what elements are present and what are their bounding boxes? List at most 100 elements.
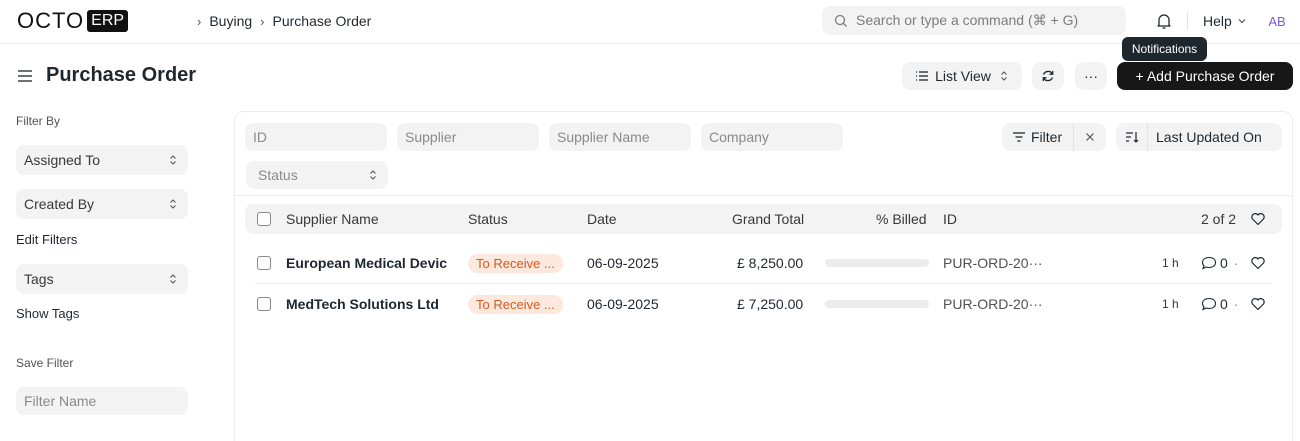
select-arrows-icon [170, 274, 176, 284]
divider [235, 195, 1292, 196]
list-view-label: List View [935, 68, 991, 84]
separator-dot: · [1233, 255, 1239, 271]
column-status: Status [468, 211, 508, 227]
bell-icon[interactable] [1154, 11, 1174, 31]
assigned-to-select[interactable]: Assigned To [16, 145, 188, 175]
sidebar-toggle-icon[interactable] [17, 68, 33, 84]
add-purchase-order-button[interactable]: + Add Purchase Order [1117, 62, 1293, 90]
search-placeholder: Search or type a command (⌘ + G) [856, 12, 1079, 28]
list-view-button[interactable]: List View [902, 62, 1022, 90]
select-arrows-icon [170, 199, 176, 209]
refresh-icon [1042, 70, 1054, 82]
row-checkbox[interactable] [257, 256, 271, 270]
comment-count-value: 0 [1220, 255, 1228, 271]
id-filter-input[interactable]: ID [245, 123, 387, 151]
assigned-to-label: Assigned To [24, 152, 101, 168]
refresh-button[interactable] [1032, 62, 1064, 90]
more-actions-button[interactable]: ··· [1075, 62, 1107, 90]
grand-total-cell: £ 8,250.00 [737, 255, 804, 271]
more-icon: ··· [1084, 68, 1098, 84]
search-icon [834, 14, 847, 27]
modified-time: 1 h [1162, 297, 1179, 311]
grand-total-cell: £ 7,250.00 [737, 296, 804, 312]
filter-button-group: Filter [1002, 123, 1106, 151]
billed-progress-bar [825, 300, 929, 308]
comment-count[interactable]: 0 · [1201, 243, 1244, 283]
column-id: ID [943, 211, 957, 227]
created-by-label: Created By [24, 196, 95, 212]
search-bar[interactable]: Search or type a command (⌘ + G) [822, 6, 1126, 35]
select-arrows-icon [170, 155, 176, 165]
sort-descending-icon [1125, 132, 1138, 143]
avatar[interactable]: AB [1264, 9, 1290, 33]
company-filter-input[interactable]: Company [701, 123, 843, 151]
list-panel: ID Supplier Supplier Name Company Status… [234, 111, 1293, 441]
clear-filter-button[interactable] [1074, 132, 1106, 142]
list-count: 2 of 2 [1201, 211, 1237, 227]
status-badge: To Receive ... [468, 294, 563, 314]
filter-icon [1013, 132, 1025, 142]
breadcrumb-purchase-order[interactable]: Purchase Order [273, 13, 372, 29]
supplier-name-filter-input[interactable]: Supplier Name [549, 123, 691, 151]
table-row[interactable]: European Medical Devic To Receive ... 06… [245, 243, 1282, 283]
help-label: Help [1203, 13, 1232, 29]
heart-icon[interactable] [1250, 211, 1266, 227]
chevron-right-icon: › [260, 13, 265, 29]
date-cell: 06-09-2025 [587, 296, 659, 312]
help-dropdown[interactable]: Help [1203, 13, 1248, 29]
row-checkbox[interactable] [257, 297, 271, 311]
edit-filters-link[interactable]: Edit Filters [16, 232, 77, 247]
column-grand-total: Grand Total [732, 211, 805, 227]
page-title: Purchase Order [46, 64, 197, 86]
comment-icon [1201, 297, 1217, 311]
supplier-name-cell[interactable]: European Medical Devic [286, 243, 447, 283]
logo-text: OCTO [17, 8, 85, 33]
comment-icon [1201, 256, 1217, 270]
select-all-checkbox[interactable] [257, 212, 271, 226]
status-badge: To Receive ... [468, 253, 563, 273]
list-icon [916, 71, 929, 81]
status-filter-label: Status [258, 167, 298, 183]
column-billed: % Billed [876, 211, 927, 227]
close-icon [1086, 133, 1094, 141]
tags-select[interactable]: Tags [16, 264, 188, 294]
filter-button[interactable]: Filter [1002, 123, 1074, 151]
supplier-filter-input[interactable]: Supplier [397, 123, 539, 151]
select-arrows-icon [370, 170, 376, 180]
chevron-down-icon [1238, 19, 1246, 24]
logo-badge: ERP [87, 10, 129, 32]
tags-label: Tags [24, 271, 54, 287]
table-row[interactable]: MedTech Solutions Ltd To Receive ... 06-… [245, 284, 1282, 324]
breadcrumb-buying[interactable]: Buying [209, 13, 252, 29]
select-arrows-icon [1001, 71, 1007, 81]
show-tags-link[interactable]: Show Tags [16, 306, 79, 321]
comment-count[interactable]: 0 · [1201, 284, 1244, 324]
column-supplier-name: Supplier Name [286, 211, 379, 227]
comment-count-value: 0 [1220, 296, 1228, 312]
sort-field-label[interactable]: Last Updated On [1148, 129, 1262, 145]
nav-divider [1187, 12, 1188, 30]
breadcrumb: › Buying › Purchase Order [189, 13, 371, 29]
notifications-tooltip: Notifications [1122, 37, 1207, 61]
supplier-name-cell[interactable]: MedTech Solutions Ltd [286, 284, 439, 324]
billed-progress-bar [825, 259, 929, 267]
filter-label: Filter [1031, 129, 1063, 145]
list-header: Supplier Name Status Date Grand Total % … [245, 204, 1282, 234]
status-filter-select[interactable]: Status [246, 161, 388, 189]
column-date: Date [587, 211, 617, 227]
navbar: OCTO ERP › Buying › Purchase Order Searc… [0, 0, 1300, 44]
filter-by-label: Filter By [16, 114, 61, 128]
app-logo[interactable]: OCTO ERP [17, 8, 129, 33]
chevron-right-icon: › [197, 13, 202, 29]
heart-icon[interactable] [1250, 296, 1266, 312]
date-cell: 06-09-2025 [587, 255, 659, 271]
sort-order-button[interactable] [1116, 123, 1148, 151]
heart-icon[interactable] [1250, 255, 1266, 271]
filter-name-input[interactable]: Filter Name [16, 387, 188, 415]
id-cell: PUR-ORD-20··· [943, 255, 1043, 271]
sort-button-group: Last Updated On [1116, 123, 1282, 151]
created-by-select[interactable]: Created By [16, 189, 188, 219]
separator-dot: · [1233, 296, 1239, 312]
save-filter-label: Save Filter [16, 356, 74, 370]
id-cell: PUR-ORD-20··· [943, 296, 1043, 312]
